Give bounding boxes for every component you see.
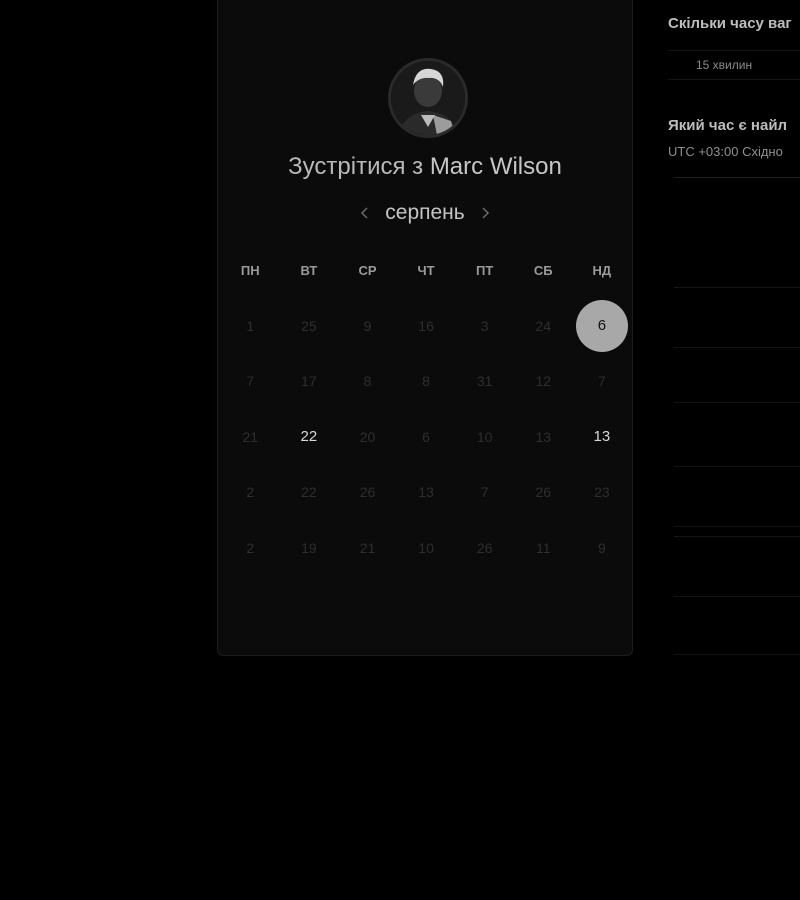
calendar-day: 26 xyxy=(476,539,493,556)
time-slot-divider xyxy=(674,466,800,467)
month-navigation: серпень xyxy=(218,201,632,225)
calendar-day: 9 xyxy=(597,539,606,556)
weekday-header: ПН ВТ СР ЧТ ПТ СБ НД xyxy=(221,263,631,278)
weekday-label: ВТ xyxy=(300,263,318,278)
calendar-day: 20 xyxy=(359,428,376,445)
calendar-day: 13 xyxy=(535,428,552,445)
calendar-day: 17 xyxy=(301,373,317,390)
calendar-day: 8 xyxy=(363,373,372,390)
scheduling-panel: Скільки часу ваг 15 хвилин Який час є на… xyxy=(634,0,800,900)
duration-question: Скільки часу ваг xyxy=(668,15,792,32)
calendar-grid: 1 25 9 16 3 24 6 7 17 8 8 31 12 7 21 22 20 6 10 13 13 2 22 26 13… xyxy=(221,298,631,576)
time-question: Який час є найл xyxy=(668,117,788,134)
calendar-day-selected[interactable]: 6 xyxy=(573,298,632,354)
calendar-day: 12 xyxy=(535,373,552,390)
time-slot-divider xyxy=(674,402,800,403)
calendar-day: 21 xyxy=(242,428,259,445)
time-slot-divider xyxy=(674,177,800,178)
calendar-day: 25 xyxy=(301,317,317,334)
calendar-day: 7 xyxy=(597,373,606,390)
month-label: серпень xyxy=(385,201,465,224)
calendar-day: 31 xyxy=(476,373,493,390)
weekday-label: НД xyxy=(592,263,612,278)
calendar-day: 26 xyxy=(535,484,552,501)
time-slot-divider xyxy=(674,654,800,655)
page: Зустрітися з Marc Wilson серпень ПН ВТ С… xyxy=(0,0,800,900)
calendar-day: 10 xyxy=(418,539,434,556)
calendar-day: 6 xyxy=(422,428,430,445)
meeting-title-prefix: Зустрітися з xyxy=(288,153,424,180)
weekday-label: ПН xyxy=(240,263,260,278)
time-slot-divider xyxy=(674,536,800,537)
calendar-day: 7 xyxy=(246,373,255,390)
calendar-day: 22 xyxy=(301,484,317,501)
calendar-day: 10 xyxy=(476,428,493,445)
time-slot-divider xyxy=(674,347,800,348)
chevron-left-icon[interactable] xyxy=(353,201,377,225)
time-slot-divider xyxy=(674,287,800,288)
time-slot-divider xyxy=(674,526,800,527)
time-slot-divider xyxy=(674,596,800,597)
chevron-right-icon[interactable] xyxy=(473,201,497,225)
calendar-day: 21 xyxy=(359,539,376,556)
calendar-card: Зустрітися з Marc Wilson серпень ПН ВТ С… xyxy=(217,0,633,656)
calendar-day: 23 xyxy=(594,484,610,501)
weekday-label: СР xyxy=(358,263,377,278)
calendar-day: 2 xyxy=(246,484,255,501)
calendar-day: 13 xyxy=(418,484,434,501)
meeting-title: Зустрітися з Marc Wilson xyxy=(218,153,632,181)
calendar-day: 3 xyxy=(480,317,489,334)
calendar-day: 8 xyxy=(422,373,430,390)
calendar-day: 16 xyxy=(418,317,434,334)
duration-option-label: 15 хвилин xyxy=(696,58,753,72)
avatar-image xyxy=(391,61,465,135)
host-avatar xyxy=(388,58,468,138)
duration-option[interactable]: 15 хвилин xyxy=(668,50,800,80)
calendar-day: 7 xyxy=(480,484,489,501)
calendar-day: 24 xyxy=(535,317,552,334)
calendar-day-label: 6 xyxy=(575,299,628,352)
calendar-day: 11 xyxy=(535,539,551,556)
calendar-day[interactable]: 13 xyxy=(573,409,632,465)
weekday-label: ЧТ xyxy=(417,263,435,278)
calendar-day: 9 xyxy=(363,317,372,334)
calendar-day: 2 xyxy=(246,539,255,556)
calendar-day: 1 xyxy=(246,317,255,334)
weekday-label: СБ xyxy=(533,263,553,278)
host-name: Marc Wilson xyxy=(429,153,562,180)
calendar-day: 19 xyxy=(301,539,317,556)
calendar-day: 26 xyxy=(359,484,376,501)
timezone-selector[interactable]: UTC +03:00 Східно xyxy=(668,144,783,159)
calendar-day[interactable]: 22 xyxy=(280,409,339,465)
weekday-label: ПТ xyxy=(476,263,494,278)
